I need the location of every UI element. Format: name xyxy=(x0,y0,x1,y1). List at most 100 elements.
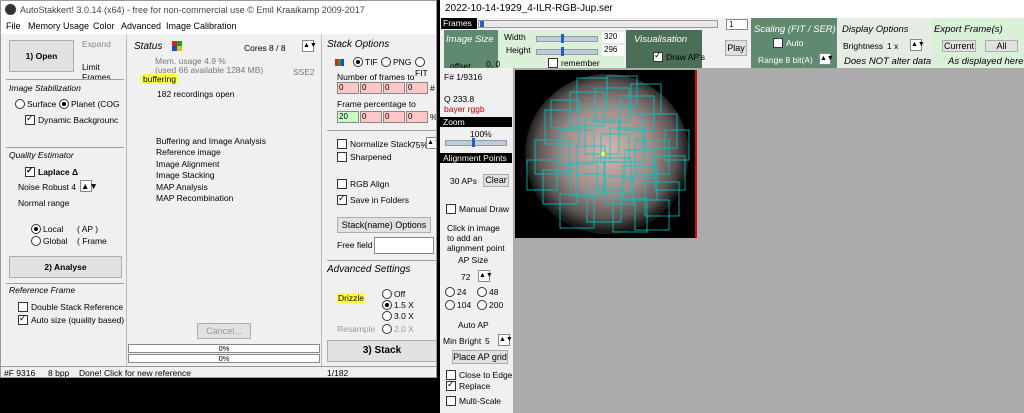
replace-checkbox[interactable]: Replace xyxy=(446,379,490,392)
height-value[interactable]: 296 xyxy=(602,45,624,56)
stack-button[interactable]: 3) Stack xyxy=(327,340,436,362)
percentage-input-2[interactable]: 0 xyxy=(360,111,382,123)
drizzle-off-radio[interactable]: Off xyxy=(382,288,405,300)
height-slider[interactable] xyxy=(536,47,598,56)
export-all-button[interactable]: All xyxy=(985,40,1018,52)
image-stabilization-title: Image Stabilization xyxy=(9,83,81,93)
place-ap-grid-button[interactable]: Place AP grid xyxy=(452,350,508,364)
stack-name-options-button[interactable]: Stack(name) Options xyxy=(337,217,431,233)
save-in-folders-checkbox[interactable]: Save in Folders xyxy=(337,193,409,206)
normalize-stack-checkbox[interactable]: Normalize Stack xyxy=(337,138,412,150)
checkbox-checked-icon xyxy=(25,113,35,125)
progress-bar-2: 0% xyxy=(128,354,320,363)
percentage-input-4[interactable]: 0 xyxy=(406,111,428,123)
status-panel: Status Cores 8 / 8 ▲▼ Mem. usage 4.9 % (… xyxy=(126,34,321,366)
frames-input-2[interactable]: 0 xyxy=(360,82,382,94)
multi-scale-checkbox[interactable]: Multi-Scale xyxy=(446,395,501,407)
manual-draw-checkbox[interactable]: Manual Draw xyxy=(446,203,509,215)
radio-icon xyxy=(382,310,392,321)
resample-20-radio[interactable]: 2.0 X xyxy=(382,323,414,335)
status-message[interactable]: Done! Click for new reference xyxy=(79,368,191,377)
auto-checkbox[interactable]: Auto xyxy=(773,36,804,49)
export-current-button[interactable]: Current xyxy=(942,40,976,52)
dynamic-background-checkbox[interactable]: Dynamic Backgrounc xyxy=(25,113,118,126)
ap-size-24-radio[interactable]: 24 xyxy=(445,286,466,298)
menu-image-calibration[interactable]: Image Calibration xyxy=(166,21,237,31)
width-value[interactable]: 320 xyxy=(602,32,624,43)
frames-input-1[interactable]: 0 xyxy=(337,82,359,94)
free-field-input[interactable] xyxy=(374,237,434,254)
play-button[interactable]: Play xyxy=(725,40,747,56)
draw-aps-checkbox[interactable]: Draw AP's xyxy=(653,50,705,63)
buffering-badge: buffering xyxy=(141,74,178,84)
status-bpp: 8 bpp xyxy=(48,368,70,378)
sharpened-checkbox[interactable]: Sharpened xyxy=(337,151,392,163)
ap-size-spinner[interactable]: ▲▼ xyxy=(478,270,493,282)
close-to-edge-checkbox[interactable]: Close to Edge xyxy=(446,369,512,381)
png-radio[interactable]: PNG xyxy=(381,56,411,68)
frames-input-4[interactable]: 0 xyxy=(406,82,428,94)
range-spinner[interactable]: ▲▼ xyxy=(819,53,834,65)
noise-robust-label: Noise Robust 4 xyxy=(18,182,77,192)
radio-selected-icon xyxy=(59,98,69,109)
radio-icon xyxy=(382,323,392,334)
menu-advanced[interactable]: Advanced xyxy=(121,21,161,31)
surface-radio[interactable]: Surface xyxy=(15,98,56,110)
frames-slider[interactable] xyxy=(478,20,718,28)
tif-radio[interactable]: TIF xyxy=(353,56,378,68)
percentage-input-1[interactable]: 20 xyxy=(337,111,359,123)
planet-radio[interactable]: Planet (COG xyxy=(59,98,120,110)
height-label: Height xyxy=(506,45,531,55)
rgb-align-checkbox[interactable]: RGB Align xyxy=(337,178,389,190)
menu-file[interactable]: File xyxy=(6,21,21,31)
status-frame: #F 9316 xyxy=(4,368,36,378)
cores-spinner[interactable]: ▲▼ xyxy=(302,40,317,52)
planet-image[interactable] xyxy=(515,70,697,238)
width-slider[interactable] xyxy=(536,34,598,43)
cancel-button[interactable]: Cancel... xyxy=(197,323,251,339)
export-title: Export Frame(s) xyxy=(934,24,1003,35)
clear-aps-button[interactable]: Clear xyxy=(483,174,509,187)
radio-icon xyxy=(445,299,455,310)
ap-size-48-radio[interactable]: 48 xyxy=(477,286,498,298)
image-size-title: Image Size xyxy=(446,34,494,45)
normal-range-label: Normal range xyxy=(18,198,70,208)
visualisation-title: Visualisation xyxy=(634,34,688,45)
double-stack-checkbox[interactable]: Double Stack Reference xyxy=(18,301,123,313)
radio-icon xyxy=(477,286,487,297)
percentage-input-3[interactable]: 0 xyxy=(383,111,405,123)
drizzle-label: Drizzle xyxy=(337,293,365,303)
min-bright-spinner[interactable]: ▲▼ xyxy=(498,334,513,346)
bayer-label: bayer rggb xyxy=(444,104,485,114)
frame-number: F# 1/9316 xyxy=(444,72,483,82)
auto-size-checkbox[interactable]: Auto size (quality based) xyxy=(18,313,124,326)
local-radio[interactable]: Local xyxy=(31,223,63,235)
menu-memory-usage[interactable]: Memory Usage xyxy=(28,21,89,31)
ap-size-200-radio[interactable]: 200 xyxy=(477,299,503,311)
global-radio[interactable]: Global xyxy=(31,235,68,247)
normalize-spinner[interactable]: ▲▼ xyxy=(426,137,436,149)
recordings-open: 182 recordings open xyxy=(157,89,235,99)
open-button[interactable]: 1) Open xyxy=(9,40,74,72)
checkbox-icon xyxy=(337,178,347,189)
drizzle-15-radio[interactable]: 1.5 X xyxy=(382,299,414,311)
brightness-label: Brightness xyxy=(843,41,884,51)
brightness-spinner[interactable]: ▲▼ xyxy=(910,39,925,51)
frame-number-input[interactable]: 1 xyxy=(726,19,748,30)
laplace-checkbox[interactable]: Laplace Δ xyxy=(25,165,78,178)
ap-size-value: 72 xyxy=(461,272,471,282)
expand-label[interactable]: Expand xyxy=(82,39,111,49)
sse2-label: SSE2 xyxy=(293,67,315,77)
ap-size-label: AP Size xyxy=(458,255,489,265)
slider-thumb[interactable] xyxy=(480,21,484,27)
menu-bar: File Memory Usage Color Advanced Image C… xyxy=(1,19,436,34)
frames-input-3[interactable]: 0 xyxy=(383,82,405,94)
noise-robust-spinner[interactable]: ▲▼ xyxy=(80,180,98,192)
analyse-button[interactable]: 2) Analyse xyxy=(9,256,122,278)
drizzle-30-radio[interactable]: 3.0 X xyxy=(382,310,414,322)
menu-color[interactable]: Color xyxy=(93,21,115,31)
center-marker xyxy=(601,152,605,156)
ap-size-104-radio[interactable]: 104 xyxy=(445,299,471,311)
zoom-slider[interactable] xyxy=(445,138,507,147)
width-label: Width xyxy=(504,32,526,42)
